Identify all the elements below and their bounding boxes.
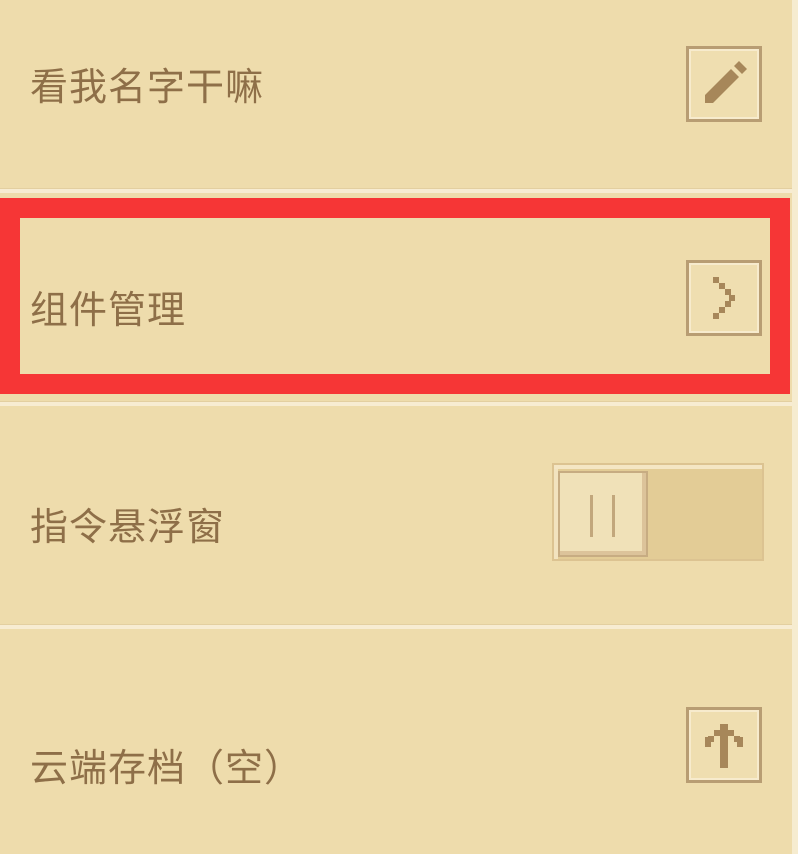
rename-row[interactable]: 看我名字干嘛 [0,0,792,188]
command-floating-window-label: 指令悬浮窗 [30,505,226,549]
component-management-label: 组件管理 [30,288,187,332]
component-management-row[interactable]: 组件管理 [0,193,792,401]
grip-line [590,495,593,537]
upload-arrow-icon [705,724,743,768]
toggle-knob[interactable] [558,471,648,557]
pencil-icon [705,61,747,103]
grip-line [612,495,615,537]
chevron-right-icon [713,277,735,319]
cloud-upload-button[interactable] [686,707,762,783]
edit-name-button[interactable] [686,46,762,122]
command-floating-window-toggle[interactable] [552,463,764,561]
rename-label: 看我名字干嘛 [30,65,265,109]
settings-panel: 看我名字干嘛 组件管理 指令悬浮窗 云端存档（空） [0,0,798,854]
cloud-save-row[interactable]: 云端存档（空） [0,629,792,854]
component-management-button[interactable] [686,260,762,336]
cloud-save-label: 云端存档（空） [30,746,304,790]
